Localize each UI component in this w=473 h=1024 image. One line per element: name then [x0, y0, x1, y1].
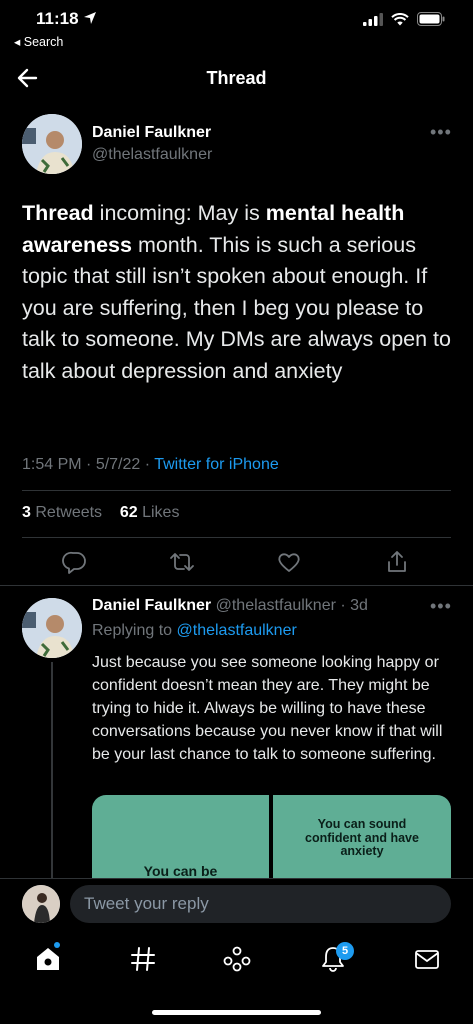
nav-bar: Thread — [0, 56, 473, 100]
author-avatar[interactable] — [22, 114, 82, 174]
divider — [0, 585, 473, 586]
replying-to: Replying to @thelastfaulkner — [92, 622, 297, 639]
status-bar: 11:18 ◂ Search — [0, 0, 473, 52]
page-title: Thread — [206, 68, 267, 88]
divider — [22, 490, 451, 491]
tweet-date: 5/7/22 — [95, 456, 141, 473]
tweet-text: Thread incoming: May is mental health aw… — [22, 201, 451, 383]
reply-more-options-icon[interactable]: ••• — [430, 596, 452, 617]
more-options-icon[interactable]: ••• — [430, 122, 452, 143]
current-user-avatar[interactable] — [22, 885, 60, 923]
like-heart-icon[interactable] — [276, 549, 302, 575]
reply-age: 3d — [350, 597, 368, 614]
reply-text: Just because you see someone looking hap… — [92, 654, 443, 763]
tweet-time: 1:54 PM — [22, 456, 82, 473]
reply-author-name[interactable]: Daniel Faulkner — [92, 597, 211, 614]
notifications-badge: 5 — [336, 942, 354, 960]
retweet-icon[interactable] — [169, 549, 195, 575]
tweet-stats: 3 Retweets 62 Likes — [22, 504, 179, 522]
status-time: 11:18 — [36, 9, 97, 29]
tweet-meta: 1:54 PM · 5/7/22 · Twitter for iPhone — [22, 456, 279, 473]
wifi-icon — [391, 12, 409, 25]
home-indicator[interactable] — [152, 1010, 321, 1015]
battery-icon — [417, 12, 445, 26]
reply-header: Daniel Faulkner @thelastfaulkner · 3d — [92, 597, 368, 614]
media-left-text: You can be — [143, 863, 218, 879]
tweet-source-link[interactable]: Twitter for iPhone — [154, 456, 279, 473]
thread-connector-line — [51, 662, 53, 878]
reply-author-avatar[interactable] — [22, 598, 82, 658]
cellular-signal-icon — [363, 12, 383, 26]
home-notification-dot — [54, 942, 60, 948]
back-to-search-link[interactable]: ◂ Search — [14, 34, 63, 49]
replying-to-link[interactable]: @thelastfaulkner — [177, 622, 297, 639]
divider — [22, 537, 451, 538]
reply-compose-bar: Tweet your reply — [0, 878, 473, 930]
explore-hashtag-icon[interactable] — [128, 944, 158, 974]
system-icons — [363, 12, 445, 26]
likes-stat[interactable]: 62 Likes — [120, 504, 180, 521]
author-name[interactable]: Daniel Faulkner — [92, 124, 211, 142]
reply-author-handle[interactable]: @thelastfaulkner — [216, 597, 336, 614]
reply-input[interactable]: Tweet your reply — [70, 885, 451, 923]
location-arrow-icon — [84, 12, 97, 24]
retweets-stat[interactable]: 3 Retweets — [22, 504, 102, 521]
media-right-text: You can sound confident and have anxiety — [305, 817, 419, 858]
home-icon[interactable] — [33, 944, 63, 974]
share-icon[interactable] — [384, 549, 410, 575]
tweet-actions — [0, 545, 473, 579]
reply-icon[interactable] — [62, 549, 88, 575]
spaces-icon[interactable] — [222, 944, 252, 974]
messages-envelope-icon[interactable] — [412, 944, 442, 974]
author-handle[interactable]: @thelastfaulkner — [92, 146, 212, 164]
